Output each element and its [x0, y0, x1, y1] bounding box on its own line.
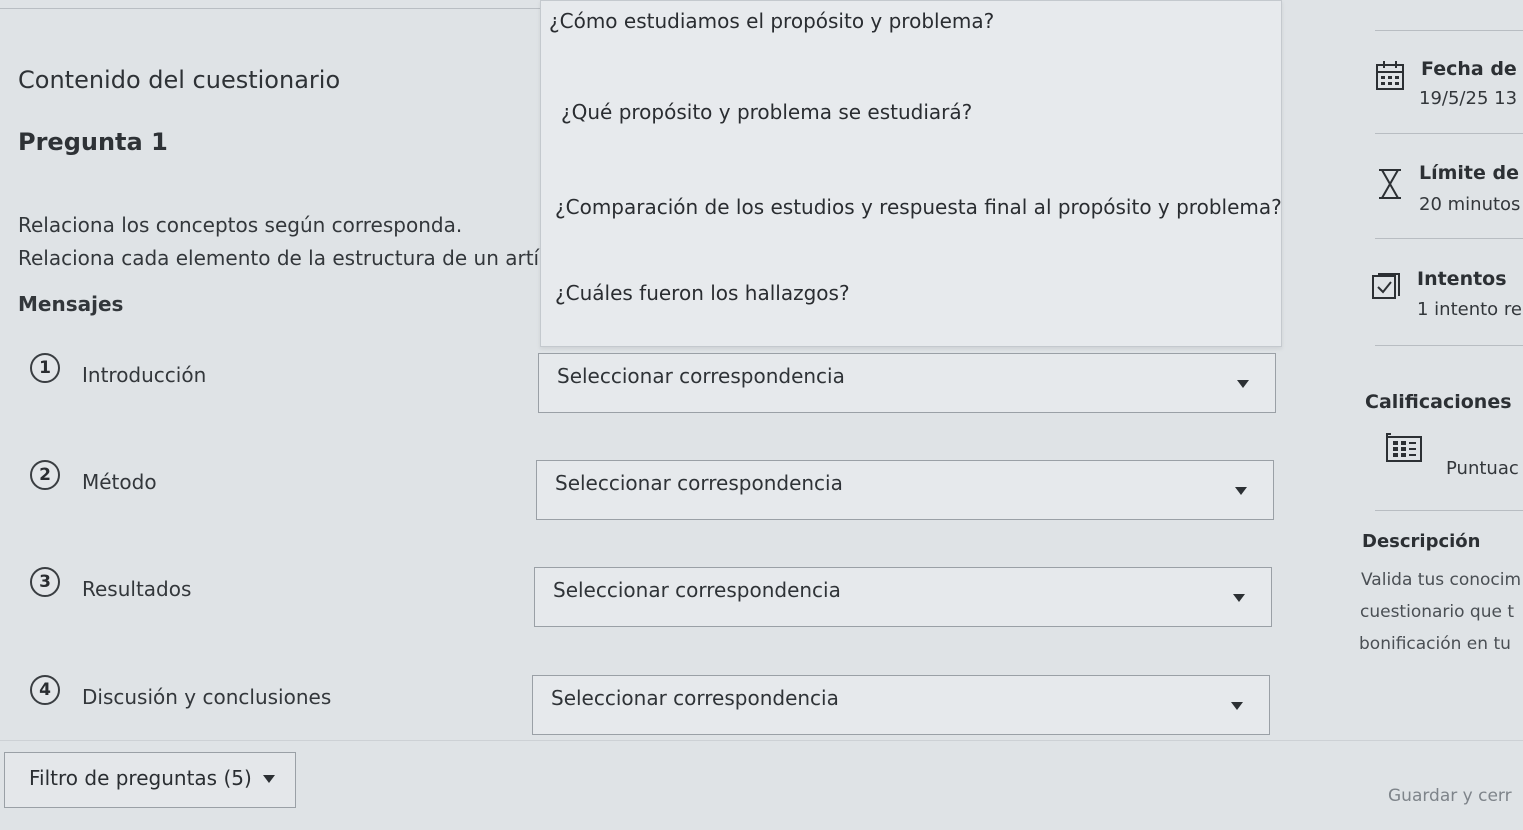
sidebar-divider [1375, 510, 1523, 511]
item-label: Discusión y conclusiones [82, 685, 332, 709]
checkbox-icon [1372, 273, 1400, 299]
caret-down-icon [1233, 594, 1245, 602]
caret-down-icon [1235, 487, 1247, 495]
description-line: Valida tus conocim [1361, 570, 1522, 590]
dropdown-options-list: ¿Cómo estudiamos el propósito y problema… [540, 0, 1282, 347]
sidebar-divider [1375, 30, 1523, 31]
quiz-info-sidebar: Fecha de e 19/5/25 13 Límite de t 20 min… [1355, 0, 1523, 830]
correspondence-select[interactable]: Seleccionar correspondencia [536, 460, 1274, 520]
dropdown-option[interactable]: ¿Comparación de los estudios y respuesta… [555, 195, 1282, 219]
date-heading: Fecha de e [1421, 58, 1523, 80]
item-number-badge: 4 [30, 675, 60, 705]
item-number-badge: 1 [30, 353, 60, 383]
description-heading: Descripción [1362, 531, 1481, 552]
question-instruction: Relaciona los conceptos según correspond… [18, 213, 463, 237]
description-line: bonificación en tu [1359, 634, 1511, 654]
caret-down-icon [263, 775, 275, 783]
attempts-value: 1 intento re [1417, 299, 1522, 320]
score-grid-icon [1386, 433, 1422, 462]
sidebar-divider [1375, 133, 1523, 134]
grades-heading: Calificaciones [1365, 391, 1512, 413]
match-row: 3 Resultados Seleccionar correspondencia [30, 567, 1280, 637]
dropdown-option[interactable]: ¿Cuáles fueron los hallazgos? [555, 281, 850, 305]
top-divider [0, 8, 540, 9]
description-line: cuestionario que t [1360, 602, 1515, 622]
quiz-content-title: Contenido del cuestionario [18, 66, 341, 94]
item-label: Método [82, 470, 157, 494]
caret-down-icon [1237, 380, 1249, 388]
item-number-badge: 3 [30, 567, 60, 597]
dropdown-option[interactable]: ¿Qué propósito y problema se estudiará? [561, 100, 972, 124]
filter-label: Filtro de preguntas (5) [29, 766, 252, 790]
calendar-icon [1376, 61, 1404, 90]
item-number-badge: 2 [30, 460, 60, 490]
correspondence-select[interactable]: Seleccionar correspondencia [532, 675, 1270, 735]
date-value: 19/5/25 13 [1419, 88, 1518, 109]
time-limit-value: 20 minutos [1419, 194, 1521, 215]
select-value: Seleccionar correspondencia [551, 686, 839, 710]
correspondence-select[interactable]: Seleccionar correspondencia [534, 567, 1272, 627]
hourglass-icon [1379, 169, 1401, 199]
correspondence-select[interactable]: Seleccionar correspondencia [538, 353, 1276, 413]
caret-down-icon [1231, 702, 1243, 710]
time-limit-heading: Límite de t [1419, 162, 1523, 184]
item-label: Introducción [82, 363, 207, 387]
score-label: Puntuac [1446, 458, 1519, 479]
select-value: Seleccionar correspondencia [557, 364, 845, 388]
item-label: Resultados [82, 577, 192, 601]
question-title: Pregunta 1 [18, 128, 168, 156]
question-instruction-detail: Relaciona cada elemento de la estructura… [18, 246, 548, 270]
messages-label: Mensajes [18, 292, 124, 316]
attempts-heading: Intentos [1417, 268, 1507, 290]
match-row: 4 Discusión y conclusiones Seleccionar c… [30, 675, 1280, 745]
sidebar-divider [1375, 238, 1523, 239]
question-filter-button[interactable]: Filtro de preguntas (5) [4, 752, 296, 808]
match-row: 2 Método Seleccionar correspondencia [30, 460, 1280, 530]
match-row: 1 Introducción Seleccionar correspondenc… [30, 353, 1280, 423]
select-value: Seleccionar correspondencia [555, 471, 843, 495]
sidebar-divider [1375, 345, 1523, 346]
footer-divider [0, 740, 1523, 741]
dropdown-option[interactable]: ¿Cómo estudiamos el propósito y problema… [549, 9, 994, 33]
select-value: Seleccionar correspondencia [553, 578, 841, 602]
